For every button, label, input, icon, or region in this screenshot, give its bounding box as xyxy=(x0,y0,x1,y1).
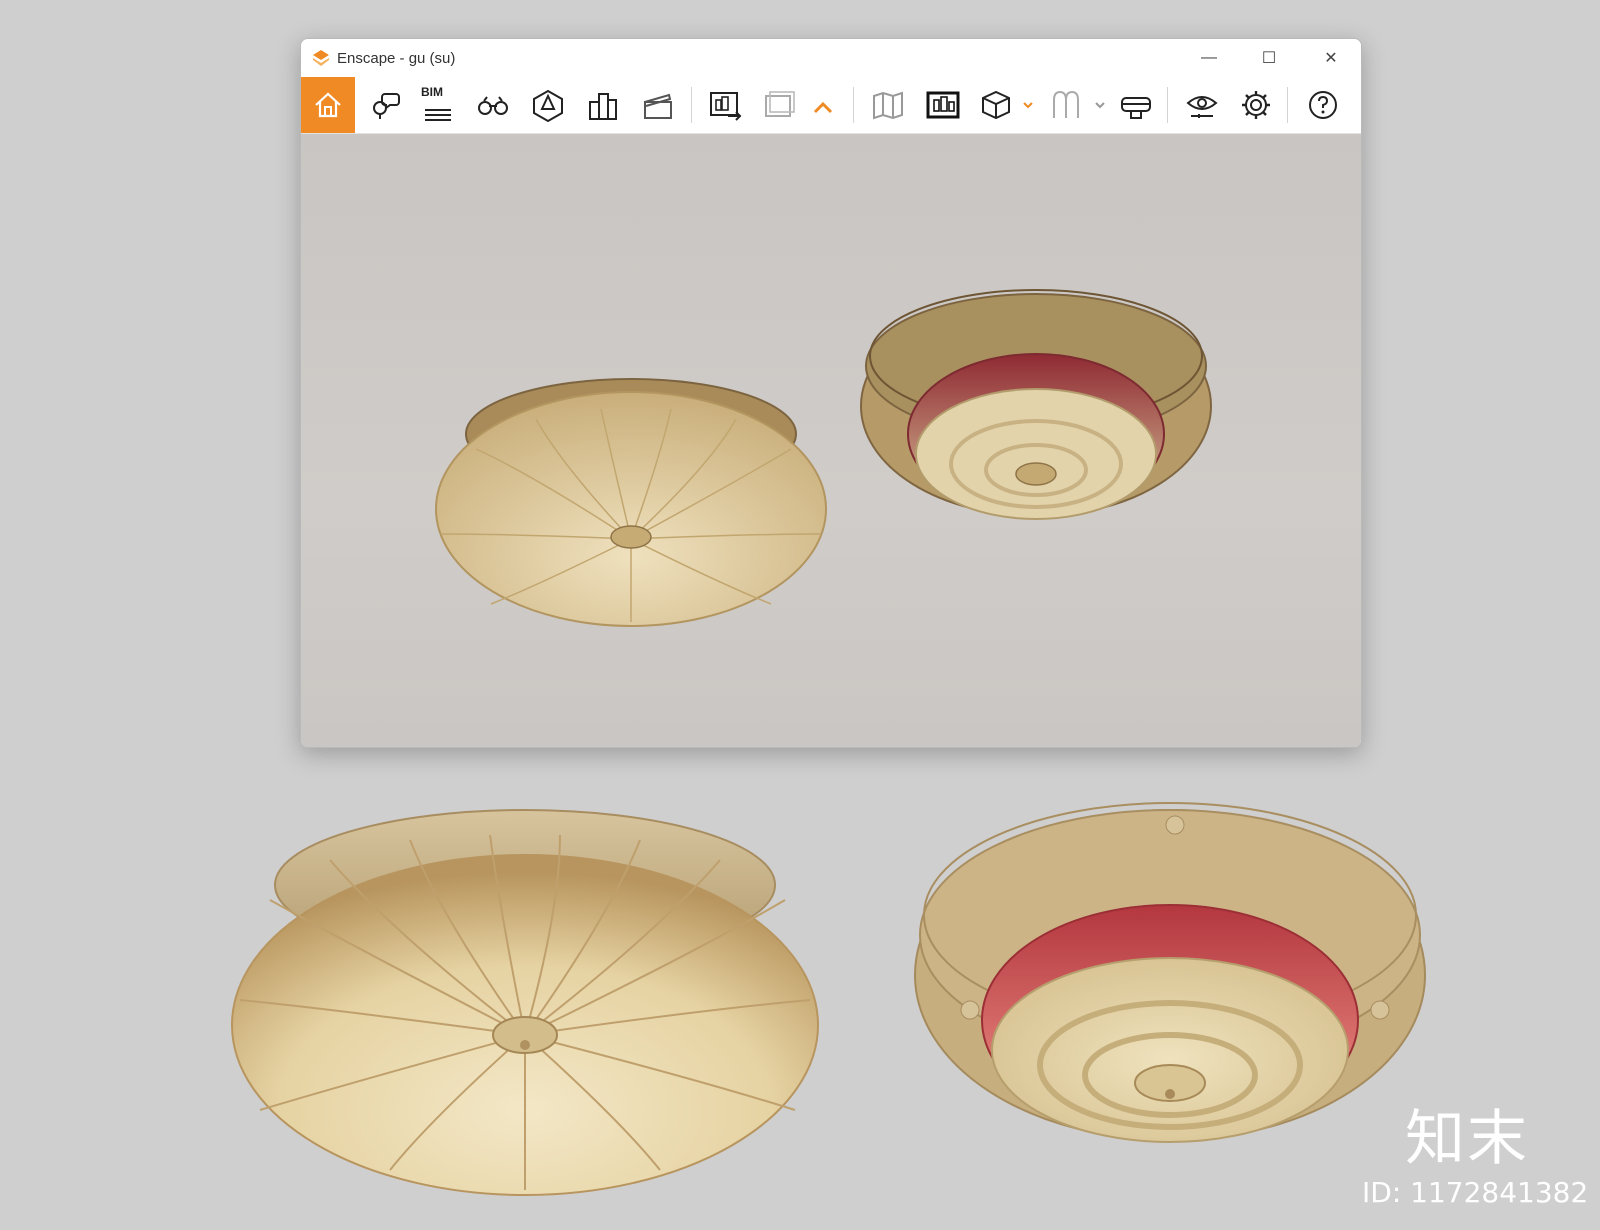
cube-frame-icon xyxy=(533,89,563,122)
watermark-id: ID: 1172841382 xyxy=(1362,1176,1589,1209)
screenshot-button[interactable] xyxy=(916,77,970,133)
chevron-down-icon xyxy=(1023,102,1033,109)
toolbar-separator xyxy=(1167,87,1168,123)
minimize-button[interactable]: — xyxy=(1181,43,1237,73)
material-dropdown[interactable] xyxy=(1093,97,1107,113)
toolbar-separator xyxy=(1287,87,1288,123)
window-title: Enscape - gu (su) xyxy=(337,50,456,67)
bim-button[interactable]: BIM xyxy=(411,77,465,133)
clapperboard-icon xyxy=(644,93,672,119)
enscape-window: Enscape - gu (su) — ☐ ✕ BIM xyxy=(300,38,1362,748)
vr-headset-button[interactable] xyxy=(1109,77,1163,133)
gear-icon xyxy=(1242,91,1270,119)
location-button[interactable] xyxy=(357,77,411,133)
home-button[interactable] xyxy=(301,77,355,133)
viewport-scalloped-lamp xyxy=(435,378,827,627)
eye-icon xyxy=(1186,96,1218,118)
ringed-lamp-large xyxy=(914,802,1426,1143)
watermark-brand: 知末 xyxy=(1405,1104,1529,1174)
asset-library-button[interactable] xyxy=(521,77,575,133)
material-button[interactable] xyxy=(1039,77,1093,133)
vr-headset-icon xyxy=(1121,97,1151,119)
home-icon xyxy=(315,92,341,118)
title-bar: Enscape - gu (su) — ☐ ✕ xyxy=(301,39,1361,77)
export-button[interactable] xyxy=(698,77,752,133)
close-button[interactable]: ✕ xyxy=(1303,43,1359,73)
toolbar-separator xyxy=(691,87,692,123)
toolbar: BIM xyxy=(301,77,1361,134)
collapse-toolbar-button[interactable] xyxy=(796,77,850,133)
maximize-button[interactable]: ☐ xyxy=(1241,43,1297,73)
map-button[interactable] xyxy=(861,77,915,133)
batch-render-icon xyxy=(765,91,795,117)
render-window-icon xyxy=(926,91,960,119)
buildings-icon xyxy=(589,93,617,120)
settings-button[interactable] xyxy=(1229,77,1283,133)
bim-label: BIM xyxy=(421,85,443,99)
toolbar-separator xyxy=(853,87,854,123)
chevron-down-icon xyxy=(1095,102,1105,109)
map-icon xyxy=(873,91,903,120)
scalloped-lamp-large xyxy=(231,809,819,1196)
sketch-view-button[interactable] xyxy=(969,77,1023,133)
export-image-icon xyxy=(710,92,742,121)
enscape-logo-icon xyxy=(313,50,329,66)
render-viewport[interactable] xyxy=(301,134,1361,747)
map-pin-chat-icon xyxy=(373,93,400,119)
help-icon xyxy=(1309,91,1337,119)
visual-settings-button[interactable] xyxy=(1175,77,1229,133)
glass-icon xyxy=(1053,90,1079,118)
viewport-ringed-lamp xyxy=(860,289,1212,520)
sketch-view-dropdown[interactable] xyxy=(1021,97,1035,113)
binoculars-icon xyxy=(478,96,508,115)
viewport-render-scene xyxy=(435,289,1212,627)
video-editor-button[interactable] xyxy=(631,77,685,133)
buildings-button[interactable] xyxy=(576,77,630,133)
chevron-up-icon xyxy=(813,101,833,114)
cube-icon xyxy=(982,90,1010,120)
binoculars-button[interactable] xyxy=(466,77,520,133)
help-button[interactable] xyxy=(1296,77,1350,133)
